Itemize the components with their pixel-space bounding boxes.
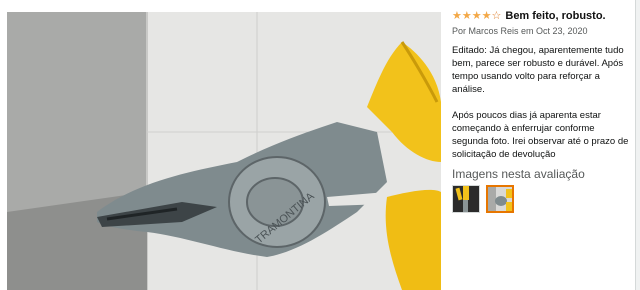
pliers-closeup-photo: TRAMONTINA <box>7 12 441 290</box>
review-title: Bem feito, robusto. <box>505 10 606 22</box>
star-rating: ★ ★ ★ ★ ☆ <box>452 9 502 22</box>
review-panel: ★ ★ ★ ★ ☆ Bem feito, robusto. Por Marcos… <box>452 8 632 290</box>
rating-row: ★ ★ ★ ★ ☆ Bem feito, robusto. <box>452 8 632 24</box>
thumbnail-1[interactable] <box>452 185 480 213</box>
star-full-icon: ★ <box>461 9 472 22</box>
star-full-icon: ★ <box>471 9 482 22</box>
star-full-icon: ★ <box>481 9 492 22</box>
pliers-thumbnail-icon <box>453 186 479 212</box>
images-heading: Imagens nesta avaliação <box>452 167 585 181</box>
review-byline: Por Marcos Reis em Oct 23, 2020 <box>452 26 588 36</box>
star-empty-icon: ☆ <box>491 9 502 22</box>
thumbnail-2[interactable] <box>486 185 514 213</box>
star-full-icon: ★ <box>452 9 462 22</box>
review-photo[interactable]: TRAMONTINA <box>7 12 441 290</box>
pliers-thumbnail-icon <box>488 187 512 211</box>
thumbnail-strip <box>452 185 632 213</box>
image-viewer: TRAMONTINA <box>0 0 448 290</box>
review-body: Editado: Já chegou, aparentemente tudo b… <box>452 45 629 160</box>
scrollbar[interactable] <box>635 0 640 290</box>
